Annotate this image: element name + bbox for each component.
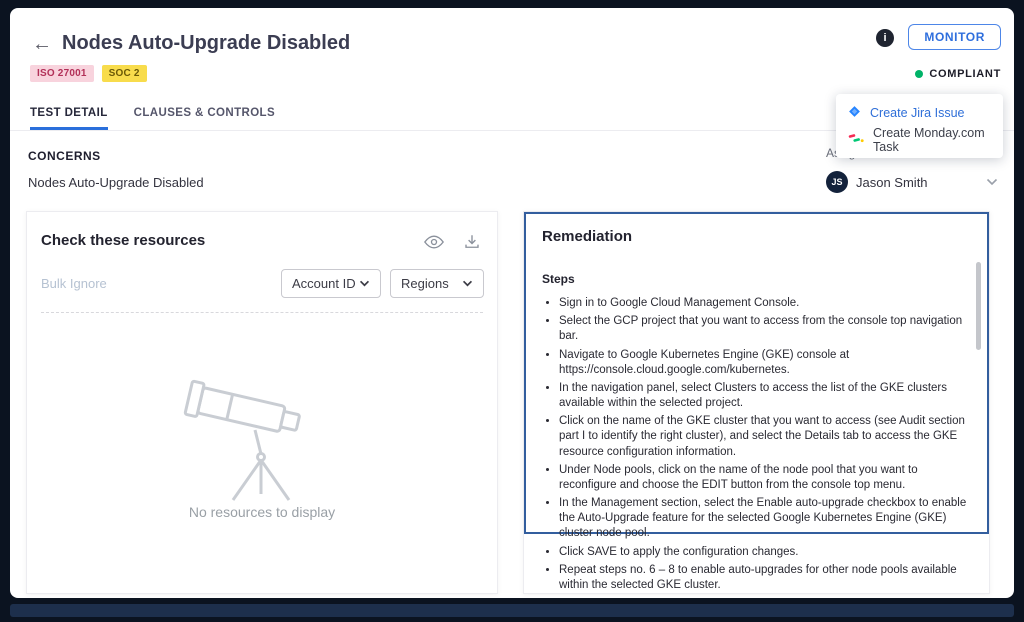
concern-item: Nodes Auto-Upgrade Disabled [28, 175, 204, 190]
dropdown-label: Regions [401, 276, 449, 291]
back-button[interactable]: ← [28, 30, 56, 58]
compliance-badges: ISO 27001 SOC 2 [30, 65, 147, 82]
avatar: JS [826, 171, 848, 193]
assignee-dropdown[interactable]: JS Jason Smith [826, 168, 998, 196]
screenshot-root: { "header": { "back": "←", "title": "Nod… [0, 0, 1024, 622]
bulk-ignore-link[interactable]: Bulk Ignore [41, 276, 107, 291]
remediation-step: Click SAVE to apply the configuration ch… [559, 545, 968, 560]
status-label: COMPLIANT [929, 68, 1001, 80]
scrollbar-thumb[interactable] [976, 262, 981, 350]
menu-item-create-monday-task[interactable]: Create Monday.com Task [836, 126, 1003, 153]
menu-item-label: Create Monday.com Task [873, 126, 991, 154]
menu-item-label: Create Jira Issue [870, 106, 964, 120]
download-icon[interactable] [461, 232, 483, 252]
remediation-step: Sign in to Google Cloud Management Conso… [559, 296, 968, 311]
remediation-step: Select the GCP project that you want to … [559, 314, 968, 344]
menu-item-create-jira-issue[interactable]: Create Jira Issue [836, 99, 1003, 126]
account-id-dropdown[interactable]: Account ID [281, 269, 381, 298]
dashed-divider [41, 312, 483, 313]
concerns-heading: CONCERNS [28, 149, 101, 163]
remediation-step: Click on the name of the GKE cluster tha… [559, 414, 968, 460]
resources-title: Check these resources [41, 232, 205, 249]
remediation-step: In the navigation panel, select Clusters… [559, 381, 968, 411]
regions-dropdown[interactable]: Regions [390, 269, 484, 298]
remediation-step: Repeat steps no. 6 – 8 to enable auto-up… [559, 563, 968, 593]
badge-soc2: SOC 2 [102, 65, 147, 82]
remediation-box: Remediation Steps Sign in to Google Clou… [524, 212, 989, 534]
status-badge: COMPLIANT [915, 68, 1001, 80]
assignee-name: Jason Smith [856, 175, 986, 190]
app-window: ← Nodes Auto-Upgrade Disabled i MONITOR … [10, 8, 1014, 598]
remediation-title: Remediation [542, 228, 632, 245]
badge-iso27001: ISO 27001 [30, 65, 94, 82]
remediation-card: Remediation Steps Sign in to Google Clou… [523, 211, 990, 594]
remediation-steps-list: Sign in to Google Cloud Management Conso… [544, 296, 968, 596]
compliant-dot-icon [915, 70, 923, 78]
chevron-down-icon [359, 280, 370, 287]
jira-icon [848, 105, 861, 121]
remediation-step: Under Node pools, click on the name of t… [559, 463, 968, 493]
remediation-step: Navigate to Google Kubernetes Engine (GK… [559, 348, 968, 378]
monday-icon [848, 132, 864, 147]
chevron-down-icon[interactable] [986, 173, 998, 191]
page-title: Nodes Auto-Upgrade Disabled [62, 32, 350, 55]
steps-label: Steps [542, 272, 575, 286]
view-eye-icon[interactable] [423, 232, 445, 252]
actions-menu: Create Jira Issue Create Monday.com Task [836, 94, 1003, 158]
tab-test-detail[interactable]: TEST DETAIL [30, 98, 108, 130]
empty-state-text: No resources to display [27, 504, 497, 520]
remediation-step: In the Management section, select the En… [559, 496, 968, 542]
tab-clauses-controls[interactable]: CLAUSES & CONTROLS [134, 98, 275, 130]
chevron-down-icon [462, 280, 473, 287]
background-app-strip [10, 604, 1014, 617]
telescope-illustration [177, 360, 347, 510]
dropdown-label: Account ID [292, 276, 356, 291]
resources-card: Check these resources Bulk Ignore Accoun… [26, 211, 498, 594]
monitor-button[interactable]: MONITOR [908, 24, 1001, 50]
info-icon[interactable]: i [876, 29, 894, 47]
